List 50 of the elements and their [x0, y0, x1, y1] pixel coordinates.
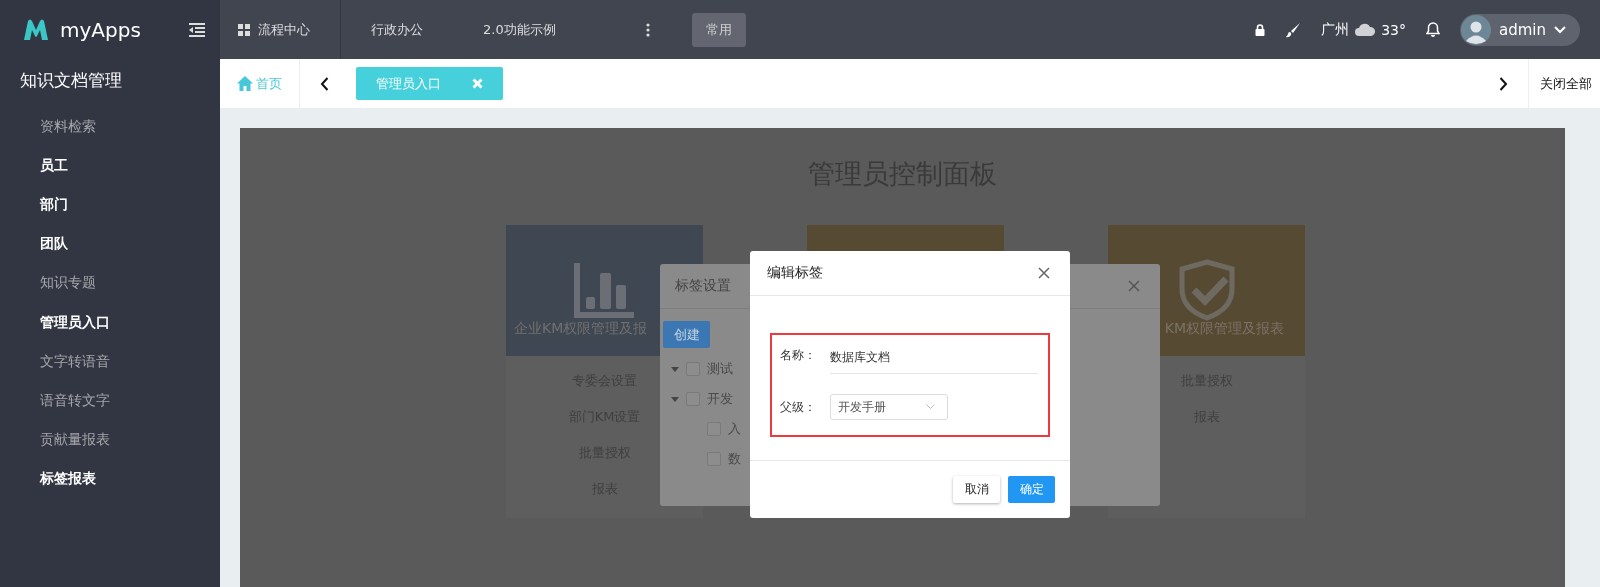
app-name: myApps — [60, 17, 141, 42]
nav-item[interactable]: 2.0功能示例 — [453, 0, 586, 59]
tree-item[interactable]: 数 — [728, 450, 741, 468]
home-icon — [237, 76, 253, 91]
caret-down-icon[interactable] — [671, 365, 679, 373]
tree-item[interactable]: 测试 — [707, 360, 733, 378]
more-icon[interactable] — [645, 22, 650, 37]
sidebar-item[interactable]: 文字转语音 — [0, 342, 110, 382]
menu-icon[interactable] — [188, 22, 205, 37]
lock-icon[interactable] — [1255, 23, 1266, 36]
tree-item[interactable]: 入 — [728, 420, 741, 438]
nav-item[interactable]: 行政办公 — [341, 0, 453, 59]
logo-icon — [22, 17, 50, 42]
sidebar-item[interactable]: 部门 — [0, 185, 68, 225]
sidebar-item[interactable]: 资料检索 — [0, 107, 96, 147]
sidebar-item[interactable]: 语音转文字 — [0, 381, 110, 421]
sidebar-item[interactable]: 员工 — [0, 146, 68, 186]
sidebar-item[interactable]: 标签报表 — [0, 459, 96, 499]
avatar-icon — [1461, 14, 1491, 45]
close-icon[interactable] — [1038, 267, 1050, 279]
weather-city: 广州 — [1321, 20, 1350, 39]
create-button[interactable]: 创建 — [663, 321, 710, 348]
temperature: 33° — [1381, 21, 1406, 38]
chevron-down-icon — [926, 404, 935, 410]
name-field[interactable]: 数据库文档 — [830, 342, 1038, 374]
cancel-button[interactable]: 取消 — [953, 476, 1000, 503]
sidebar-item[interactable]: 贡献量报表 — [0, 420, 110, 460]
cloud-icon — [1355, 23, 1376, 36]
sidebar-title: 知识文档管理 — [19, 69, 122, 92]
sidebar-item[interactable]: 知识专题 — [0, 263, 96, 303]
confirm-button[interactable]: 确定 — [1008, 476, 1055, 503]
dialog-title: 编辑标签 — [767, 264, 823, 282]
chevron-down-icon — [1554, 25, 1566, 34]
chevron-left-icon[interactable] — [320, 76, 329, 91]
sidebar-item[interactable]: 团队 — [0, 224, 68, 264]
brush-icon[interactable] — [1285, 21, 1302, 38]
sidebar-item[interactable]: 管理员入口 — [0, 302, 110, 343]
field-label: 父级： — [780, 398, 817, 416]
quick-button[interactable]: 常用 — [691, 12, 746, 47]
bell-icon[interactable] — [1426, 22, 1440, 37]
user-menu[interactable]: admin — [1460, 13, 1580, 46]
chevron-right-icon[interactable] — [1499, 76, 1508, 91]
bar-chart-icon — [573, 263, 636, 321]
grid-icon — [238, 23, 250, 36]
parent-select[interactable]: 开发手册 — [830, 394, 948, 420]
tree-item[interactable]: 开发 — [707, 390, 733, 408]
nav-item[interactable]: 流程中心 — [220, 0, 340, 59]
field-label: 名称： — [780, 346, 817, 364]
shield-check-icon — [1177, 259, 1236, 321]
caret-down-icon[interactable] — [671, 395, 679, 403]
